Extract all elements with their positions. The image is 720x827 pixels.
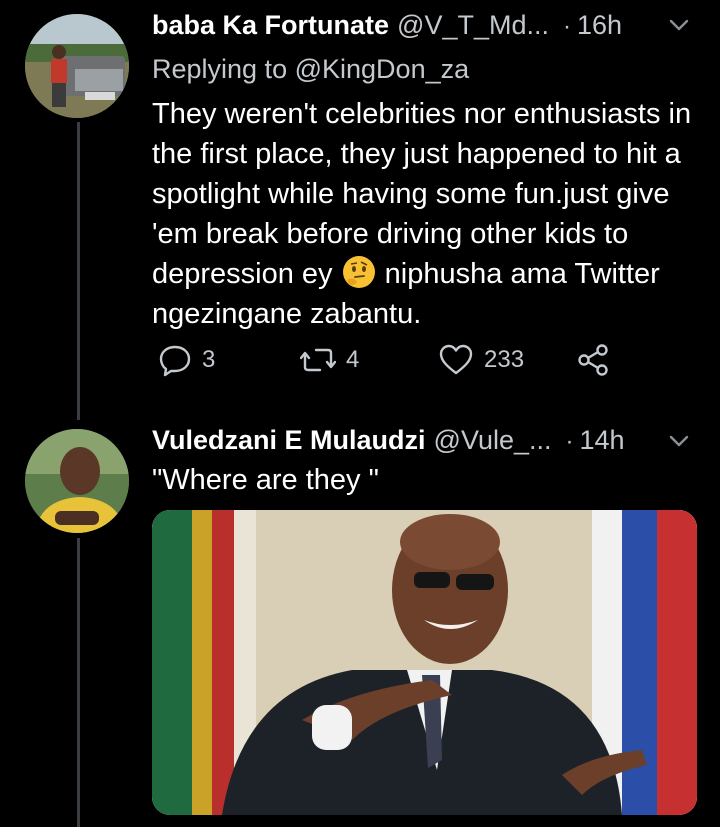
tweet-text: They weren't celebrities nor enthusiasts… bbox=[152, 94, 697, 334]
thread-line-top bbox=[77, 122, 80, 420]
display-name[interactable]: baba Ka Fortunate bbox=[152, 10, 389, 41]
thinking-face-icon bbox=[342, 256, 375, 288]
display-name[interactable]: Vuledzani E Mulaudzi bbox=[152, 425, 426, 456]
reply-bubble-icon bbox=[159, 345, 191, 377]
tweet-image[interactable] bbox=[152, 510, 697, 815]
chevron-down-icon[interactable] bbox=[666, 12, 692, 38]
tweet-photo bbox=[152, 510, 697, 815]
share-icon bbox=[578, 344, 608, 376]
timestamp[interactable]: 14h bbox=[580, 425, 625, 456]
replying-to-mention[interactable]: @KingDon_za bbox=[295, 54, 470, 84]
tweet-actions: 3 4 233 bbox=[152, 343, 622, 383]
reply-button[interactable]: 3 bbox=[158, 343, 215, 377]
separator-dot: · bbox=[563, 13, 571, 40]
reply-count: 3 bbox=[202, 346, 216, 373]
like-button[interactable]: 233 bbox=[438, 343, 524, 377]
retweet-count: 4 bbox=[346, 346, 360, 373]
avatar[interactable] bbox=[25, 429, 129, 533]
retweet-button[interactable]: 4 bbox=[300, 343, 359, 377]
retweet-icon bbox=[300, 348, 336, 372]
avatar-photo bbox=[25, 14, 129, 118]
replying-to: Replying to @KingDon_za bbox=[152, 54, 469, 85]
avatar-photo bbox=[25, 429, 129, 533]
avatar[interactable] bbox=[25, 14, 129, 118]
separator-dot: · bbox=[565, 428, 574, 455]
chevron-down-icon[interactable] bbox=[666, 428, 692, 454]
heart-icon bbox=[439, 344, 473, 375]
share-button[interactable] bbox=[576, 343, 610, 377]
user-handle[interactable]: @Vule_... bbox=[434, 425, 552, 456]
tweet-header: baba Ka Fortunate @V_T_Md... · 16h bbox=[152, 10, 622, 41]
tweet-header: Vuledzani E Mulaudzi @Vule_... · 14h bbox=[152, 425, 625, 456]
timestamp[interactable]: 16h bbox=[577, 10, 622, 41]
thread-line-bottom bbox=[77, 538, 80, 827]
user-handle[interactable]: @V_T_Md... bbox=[397, 10, 549, 41]
replying-to-prefix: Replying to bbox=[152, 54, 288, 84]
like-count: 233 bbox=[484, 346, 525, 373]
tweet-text: "Where are they " bbox=[152, 464, 379, 496]
